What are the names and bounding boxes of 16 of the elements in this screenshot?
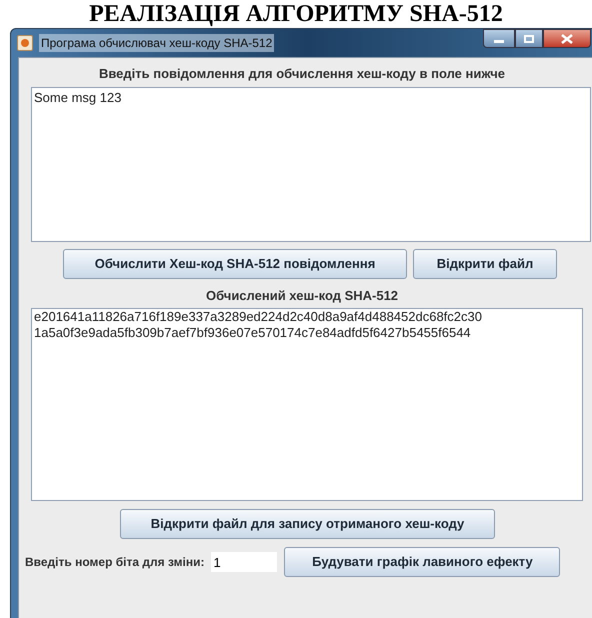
message-label: Введіть повідомлення для обчислення хеш-коду в поле нижче xyxy=(98,65,506,83)
window-title: Програма обчислювач хеш-коду SHA-512 xyxy=(39,34,274,52)
message-field[interactable]: Some msg 123 xyxy=(31,86,591,242)
hash-field[interactable]: e201641a11826a716f189e337a3289ed224d2c40d8a9af4d488452dc68fc2c30 1a5a0f3e9ada5fb309b7aef7bf936e07e570174c7e84adfd5f6427b5455f6544 xyxy=(31,308,583,501)
maximize-button[interactable] xyxy=(515,29,543,48)
minimize-button[interactable] xyxy=(483,29,515,48)
open-file-button[interactable]: Відкрити файл xyxy=(413,248,557,278)
close-icon xyxy=(561,34,573,44)
save-hash-button[interactable]: Відкрити файл для запису отриманого хеш-коду xyxy=(120,509,495,539)
compute-hash-button[interactable]: Обчислити Хеш-код SHA-512 повідомлення xyxy=(63,248,407,278)
bit-label: Введіть номер біта для зміни: xyxy=(25,554,204,571)
avalanche-chart-button[interactable]: Будувати графік лавиного ефекту xyxy=(284,547,560,577)
page-heading: РЕАЛІЗАЦІЯ АЛГОРИТМУ SHA-512 xyxy=(89,0,503,28)
close-button[interactable] xyxy=(543,29,591,48)
bit-field[interactable]: 1 xyxy=(211,552,278,572)
hash-label: Обчислений хеш-код SHA-512 xyxy=(206,286,398,305)
